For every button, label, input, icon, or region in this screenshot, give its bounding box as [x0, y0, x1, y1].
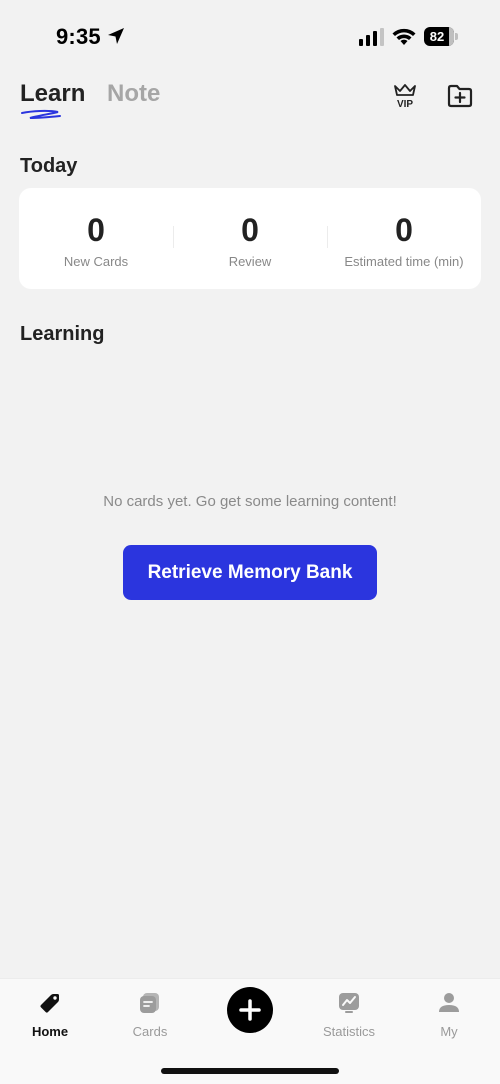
folder-add-icon[interactable]	[446, 83, 474, 109]
bottom-nav: Home Cards Statistics My	[0, 978, 500, 1084]
stat-value: 0	[395, 212, 413, 248]
nav-item-cards[interactable]: Cards	[100, 979, 200, 1049]
today-stats-card: 0 New Cards 0 Review 0 Estimated time (m…	[19, 188, 481, 289]
empty-state-message: No cards yet. Go get some learning conte…	[103, 493, 397, 510]
section-title-learning: Learning	[20, 323, 105, 345]
nav-item-home[interactable]: Home	[0, 979, 100, 1049]
home-tag-icon	[40, 994, 59, 1013]
nav-label: Cards	[132, 1024, 168, 1039]
section-title-today: Today	[20, 155, 78, 177]
add-icon	[239, 999, 261, 1021]
location-arrow-icon	[108, 28, 124, 44]
tab-learn[interactable]: Learn	[20, 80, 85, 108]
wifi-icon	[392, 28, 416, 45]
battery-indicator: 82	[424, 27, 458, 46]
statistics-icon	[339, 993, 359, 1013]
stat-value: 0	[87, 212, 105, 248]
stat-review: 0 Review	[173, 188, 327, 289]
status-time: 9:35	[56, 24, 101, 49]
nav-item-my[interactable]: My	[399, 979, 499, 1049]
cellular-signal-icon	[359, 28, 384, 46]
home-indicator	[161, 1068, 339, 1074]
nav-label: Home	[31, 1024, 69, 1039]
nav-label: My	[440, 1024, 458, 1039]
nav-item-statistics[interactable]: Statistics	[299, 979, 399, 1049]
battery-level: 82	[429, 29, 445, 44]
tab-note[interactable]: Note	[107, 80, 160, 108]
stat-value: 0	[241, 212, 259, 248]
stat-label: Review	[228, 254, 272, 269]
vip-crown-icon[interactable]: VIP	[392, 82, 418, 110]
stat-label: Estimated time (min)	[344, 254, 464, 269]
nav-label: Statistics	[322, 1024, 375, 1039]
stat-label: New Cards	[63, 254, 129, 269]
add-button[interactable]	[227, 987, 273, 1033]
active-tab-underline	[21, 109, 61, 119]
retrieve-memory-bank-button[interactable]: Retrieve Memory Bank	[123, 545, 377, 600]
profile-icon	[439, 993, 459, 1012]
svg-text:VIP: VIP	[397, 99, 413, 110]
status-bar: 9:35 82	[0, 0, 500, 70]
stat-estimated-time: 0 Estimated time (min)	[327, 188, 481, 289]
cards-icon	[140, 993, 159, 1013]
stat-new-cards: 0 New Cards	[19, 188, 173, 289]
